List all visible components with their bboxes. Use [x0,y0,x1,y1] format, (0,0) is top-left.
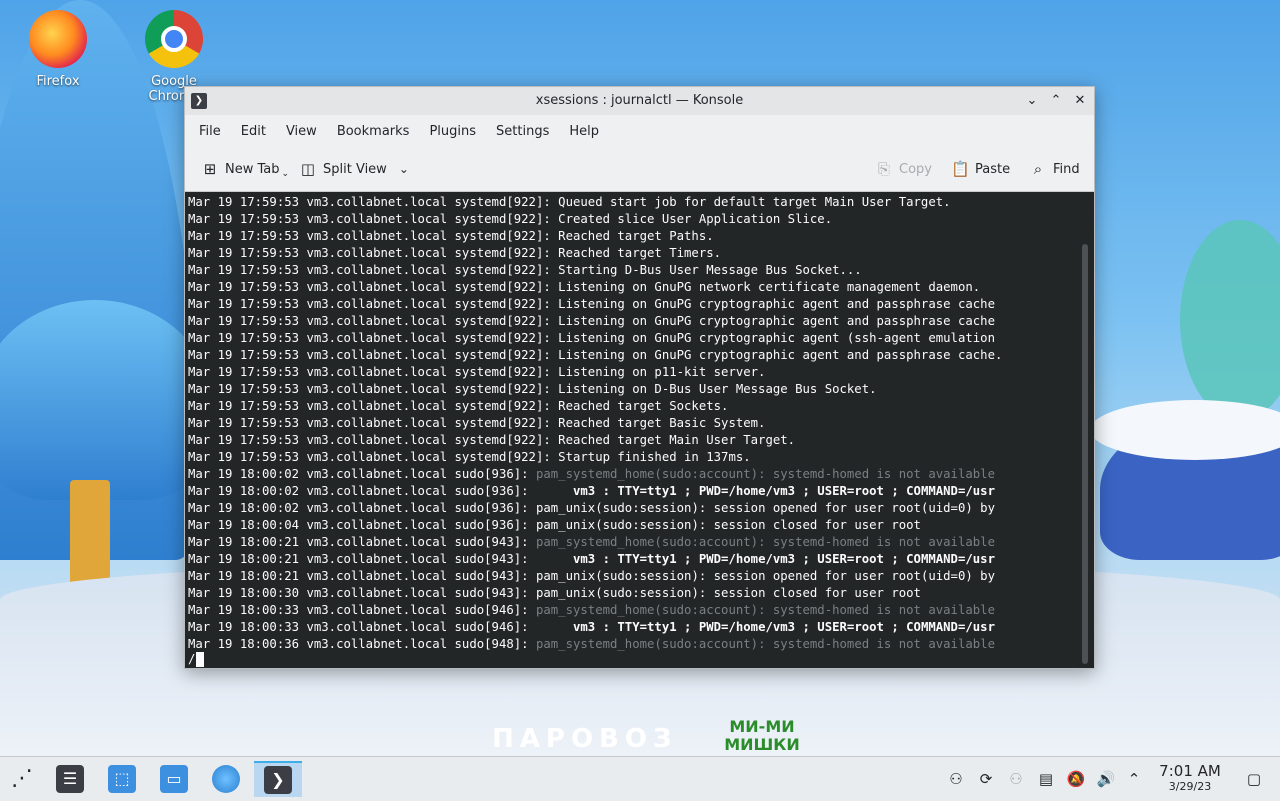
terminal-line: Mar 19 18:00:21 vm3.collabnet.local sudo… [188,535,995,549]
chrome-icon [145,10,203,68]
chevron-down-icon[interactable]: ⌄ [399,162,409,176]
desktop-icon-label: Firefox [36,74,80,89]
terminal-line: Mar 19 18:00:21 vm3.collabnet.local sudo… [188,569,995,583]
clock-date: 3/29/23 [1168,780,1212,793]
toolbar: ⊞ New Tab ⌄ ◫ Split View ⌄ ⎘ Copy 📋 Past… [185,147,1094,192]
terminal-line: Mar 19 18:00:33 vm3.collabnet.local sudo… [188,620,995,634]
user-icon[interactable]: ⚇ [946,769,966,789]
terminal-line: Mar 19 18:00:02 vm3.collabnet.local sudo… [188,501,995,515]
new-tab-icon: ⊞ [203,160,217,178]
terminal-line: Mar 19 17:59:53 vm3.collabnet.local syst… [188,331,995,345]
menu-settings[interactable]: Settings [486,124,559,139]
task-browser[interactable] [204,761,248,797]
menu-bookmarks[interactable]: Bookmarks [327,124,420,139]
terminal-line: Mar 19 18:00:36 vm3.collabnet.local sudo… [188,637,995,651]
terminal-line: Mar 19 17:59:53 vm3.collabnet.local syst… [188,297,995,311]
show-desktop-icon[interactable]: ▢ [1244,769,1264,789]
terminal-line: Mar 19 18:00:30 vm3.collabnet.local sudo… [188,586,921,600]
menu-view[interactable]: View [276,124,327,139]
copy-icon: ⎘ [877,160,890,178]
maximize-button[interactable]: ⌃ [1046,91,1066,111]
terminal-line: Mar 19 17:59:53 vm3.collabnet.local syst… [188,280,981,294]
taskbar: ⋰ ☰ ⬚ ▭ ❯ ⚇ ⟳ ⚇ ▤ 🔕 🔊 ⌃ 7:01 AM 3/29/23 … [0,756,1280,801]
accounts-icon[interactable]: ⚇ [1006,769,1026,789]
minimize-button[interactable]: ⌄ [1022,91,1042,111]
find-label: Find [1053,161,1080,177]
folder-icon: ▭ [160,765,188,793]
terminal-line: Mar 19 18:00:02 vm3.collabnet.local sudo… [188,467,995,481]
desktop-icon-firefox[interactable]: Firefox [10,10,106,89]
menu-plugins[interactable]: Plugins [419,124,486,139]
copy-button[interactable]: ⎘ Copy [875,157,932,181]
new-tab-button[interactable]: ⊞ New Tab ⌄ [201,157,289,181]
new-tab-label: New Tab [225,161,280,177]
digital-clock[interactable]: 7:01 AM 3/29/23 [1150,763,1230,794]
search-icon: ⌕ [1033,160,1043,178]
terminal-scrollbar[interactable] [1082,244,1088,664]
find-button[interactable]: ⌕ Find [1029,157,1080,181]
menu-help[interactable]: Help [559,124,609,139]
store-icon: ⬚ [108,765,136,793]
paste-button[interactable]: 📋 Paste [951,157,1010,181]
terminal-line: Mar 19 17:59:53 vm3.collabnet.local syst… [188,246,722,260]
terminal-line: Mar 19 17:59:53 vm3.collabnet.local syst… [188,348,1003,362]
clock-time: 7:01 AM [1159,762,1221,780]
terminal-line: Mar 19 17:59:53 vm3.collabnet.local syst… [188,450,751,464]
copy-label: Copy [899,161,932,177]
wallpaper-logo-2: МИ-МИ МИШКИ [724,717,800,754]
terminal-icon: ❯ [264,766,292,794]
title-bar[interactable]: ❯ xsessions : journalctl — Konsole ⌄ ⌃ ✕ [185,87,1094,115]
application-launcher[interactable]: ⋰ [0,761,44,797]
terminal-line: Mar 19 17:59:53 vm3.collabnet.local syst… [188,263,862,277]
prompt-text: / [188,652,196,666]
menu-edit[interactable]: Edit [231,124,276,139]
wallpaper-trunk [70,480,110,590]
globe-icon [212,765,240,793]
terminal-line: Mar 19 17:59:53 vm3.collabnet.local syst… [188,416,766,430]
task-konsole[interactable]: ❯ [254,761,302,797]
terminal-prompt[interactable]: / [188,651,205,668]
update-icon[interactable]: ⟳ [976,769,996,789]
terminal-view[interactable]: Mar 19 17:59:53 vm3.collabnet.local syst… [185,192,1094,668]
terminal-line: Mar 19 17:59:53 vm3.collabnet.local syst… [188,382,877,396]
split-view-icon: ◫ [300,160,316,178]
task-discover[interactable]: ⬚ [100,761,144,797]
split-view-button[interactable]: ◫ Split View ⌄ [299,157,409,181]
terminal-line: Mar 19 17:59:53 vm3.collabnet.local syst… [188,399,729,413]
wallpaper-logo: ПАРОВОЗ [492,724,678,754]
launcher-icon: ⋰ [11,766,33,791]
menu-bar: File Edit View Bookmarks Plugins Setting… [185,115,1094,147]
window-title: xsessions : journalctl — Konsole [535,93,744,108]
task-file-manager[interactable]: ▭ [152,761,196,797]
dropdown-corner-icon: ⌄ [281,169,290,179]
terminal-line: Mar 19 17:59:53 vm3.collabnet.local syst… [188,433,796,447]
terminal-line: Mar 19 18:00:21 vm3.collabnet.local sudo… [188,552,995,566]
terminal-line: Mar 19 17:59:53 vm3.collabnet.local syst… [188,314,995,328]
close-button[interactable]: ✕ [1070,91,1090,111]
terminal-line: Mar 19 17:59:53 vm3.collabnet.local syst… [188,212,833,226]
clipboard-icon[interactable]: ▤ [1036,769,1056,789]
firefox-icon [29,10,87,68]
terminal-line: Mar 19 18:00:02 vm3.collabnet.local sudo… [188,484,995,498]
terminal-line: Mar 19 17:59:53 vm3.collabnet.local syst… [188,229,714,243]
terminal-line: Mar 19 17:59:53 vm3.collabnet.local syst… [188,195,951,209]
notifications-muted-icon[interactable]: 🔕 [1066,769,1086,789]
task-system-settings[interactable]: ☰ [48,761,92,797]
terminal-line: Mar 19 18:00:33 vm3.collabnet.local sudo… [188,603,995,617]
paste-icon: 📋 [951,160,970,178]
text-cursor [196,652,205,667]
settings-icon: ☰ [56,765,84,793]
expand-tray-icon[interactable]: ⌃ [1124,769,1144,789]
split-view-label: Split View [323,161,387,177]
volume-icon[interactable]: 🔊 [1096,769,1116,789]
terminal-output: Mar 19 17:59:53 vm3.collabnet.local syst… [188,194,1070,653]
terminal-line: Mar 19 17:59:53 vm3.collabnet.local syst… [188,365,766,379]
terminal-line: Mar 19 18:00:04 vm3.collabnet.local sudo… [188,518,921,532]
konsole-window: ❯ xsessions : journalctl — Konsole ⌄ ⌃ ✕… [184,86,1095,669]
menu-file[interactable]: File [189,124,231,139]
paste-label: Paste [975,161,1011,177]
wallpaper-tree-right [1180,220,1280,420]
